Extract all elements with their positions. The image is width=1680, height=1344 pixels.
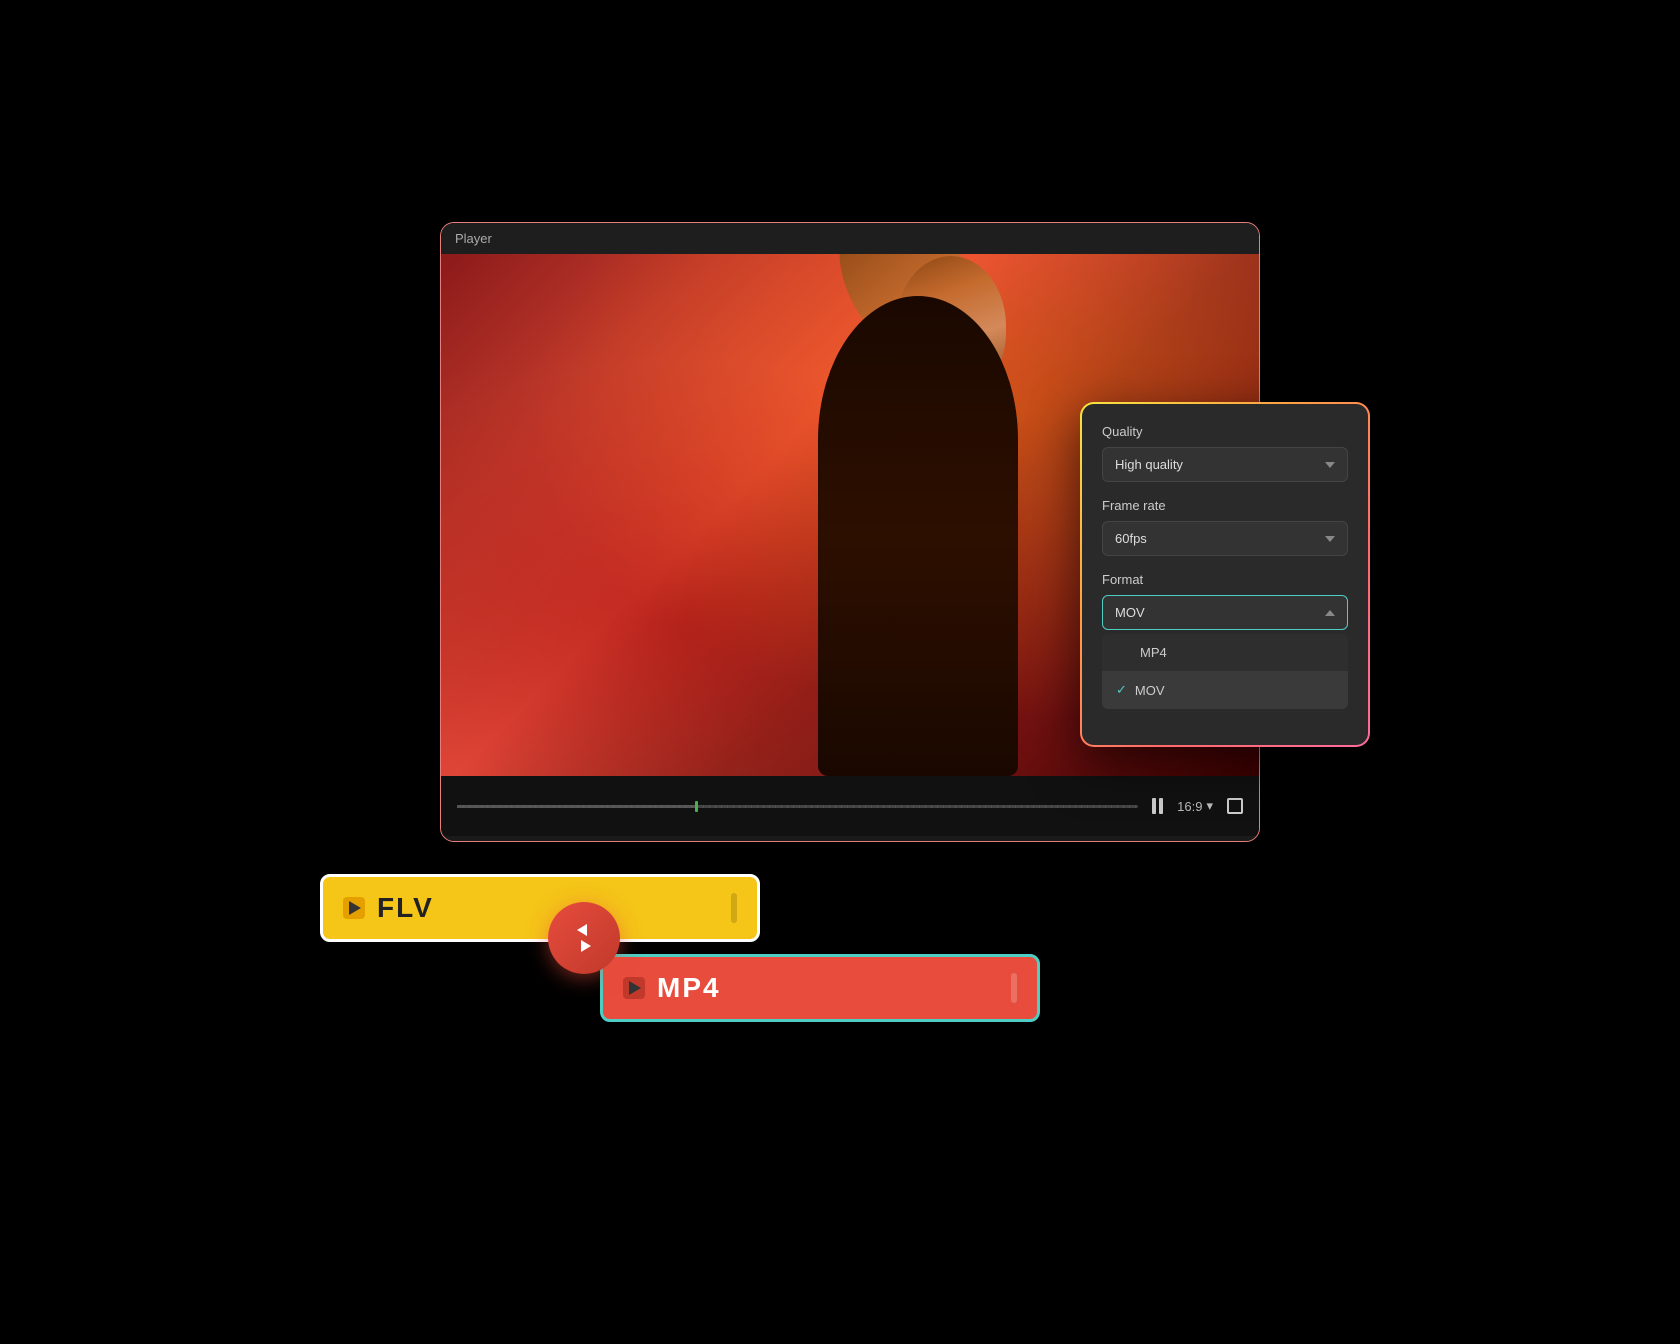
format-section: Format MOV MP4 ✓ MOV (1102, 572, 1348, 709)
format-label: Format (1102, 572, 1348, 587)
video-figure (748, 254, 1088, 776)
mp4-badge: MP4 (600, 954, 1040, 1022)
format-value: MOV (1115, 605, 1145, 620)
timeline-playhead (695, 801, 698, 812)
format-option-mov[interactable]: ✓ MOV (1102, 671, 1348, 709)
format-chevron-icon (1325, 610, 1335, 616)
arrow-right-icon (581, 940, 591, 952)
flv-badge: FLV (320, 874, 760, 942)
mp4-play-triangle (629, 981, 641, 995)
format-option-mov-label: MOV (1135, 683, 1165, 698)
arrow-left-icon (577, 924, 587, 936)
mp4-badge-text: MP4 (657, 972, 721, 1004)
player-title: Player (455, 231, 492, 246)
pause-bar-right (1159, 798, 1163, 814)
pause-bar-left (1152, 798, 1156, 814)
fullscreen-button[interactable] (1227, 798, 1243, 814)
player-controls-bar: 16:9 ▾ (441, 776, 1259, 836)
flv-badge-text: FLV (377, 892, 434, 924)
frame-rate-dropdown[interactable]: 60fps (1102, 521, 1348, 556)
format-option-mp4[interactable]: MP4 (1102, 634, 1348, 671)
flv-play-triangle (349, 901, 361, 915)
quality-chevron-icon (1325, 462, 1335, 468)
frame-rate-chevron-icon (1325, 536, 1335, 542)
quality-label: Quality (1102, 424, 1348, 439)
figure-body (818, 296, 1018, 776)
aspect-ratio-value: 16:9 (1177, 799, 1202, 814)
format-option-mp4-label: MP4 (1140, 645, 1167, 660)
pause-button[interactable] (1152, 798, 1163, 814)
aspect-ratio-selector[interactable]: 16:9 ▾ (1177, 798, 1213, 814)
convert-arrows-icon (579, 924, 589, 952)
quality-section: Quality High quality (1102, 424, 1348, 482)
convert-button[interactable] (548, 902, 620, 974)
timeline-dots (457, 805, 1138, 808)
pause-icon (1152, 798, 1163, 814)
aspect-ratio-chevron: ▾ (1206, 798, 1213, 814)
flv-play-icon (343, 897, 365, 919)
format-dropdown[interactable]: MOV (1102, 595, 1348, 630)
quality-dropdown[interactable]: High quality (1102, 447, 1348, 482)
settings-panel: Quality High quality Frame rate 60fps Fo… (1082, 404, 1368, 745)
player-titlebar: Player (441, 223, 1259, 254)
frame-rate-value: 60fps (1115, 531, 1147, 546)
format-options-list: MP4 ✓ MOV (1102, 634, 1348, 709)
quality-value: High quality (1115, 457, 1183, 472)
format-option-mov-check: ✓ (1116, 682, 1127, 698)
mp4-badge-handle (1011, 973, 1017, 1003)
settings-panel-wrapper: Quality High quality Frame rate 60fps Fo… (1080, 402, 1370, 747)
frame-rate-label: Frame rate (1102, 498, 1348, 513)
mp4-play-icon (623, 977, 645, 999)
frame-rate-section: Frame rate 60fps (1102, 498, 1348, 556)
timeline[interactable] (457, 805, 1138, 808)
flv-badge-handle (731, 893, 737, 923)
